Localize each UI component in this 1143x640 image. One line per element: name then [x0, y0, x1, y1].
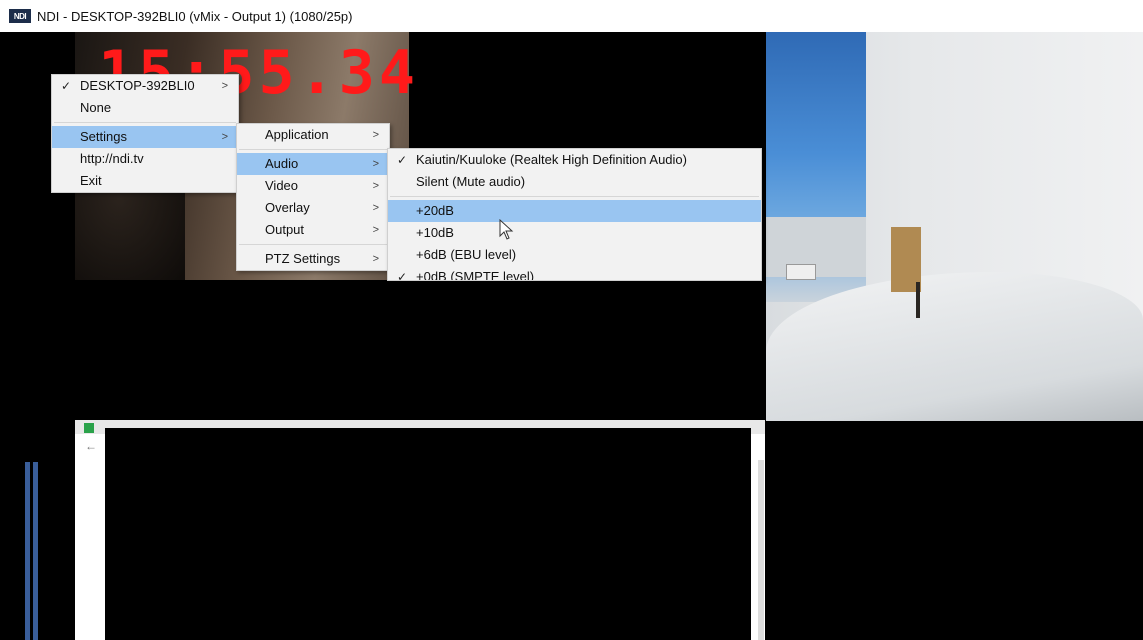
- menu-item-audio[interactable]: Audio >: [237, 153, 389, 175]
- menu-item-label: DESKTOP-392BLI0: [80, 78, 195, 93]
- menu-item-label: Output: [265, 222, 305, 237]
- chevron-right-icon: >: [372, 253, 379, 265]
- menu-item-label: +6dB (EBU level): [416, 247, 517, 262]
- window-title: NDI - DESKTOP-392BLI0 (vMix - Output 1) …: [37, 8, 353, 24]
- chevron-right-icon: >: [372, 180, 379, 192]
- chevron-right-icon: >: [372, 129, 379, 141]
- browser-content: [105, 428, 751, 640]
- menu-item-label: Silent (Mute audio): [416, 174, 526, 189]
- menu-item-settings[interactable]: Settings >: [52, 126, 238, 148]
- context-menu-audio: ✓ Kaiutin/Kuuloke (Realtek High Definiti…: [387, 148, 762, 281]
- menu-item-label: None: [80, 100, 112, 115]
- menu-separator: [239, 244, 387, 245]
- menu-item-video[interactable]: Video >: [237, 175, 389, 197]
- menu-item-overlay[interactable]: Overlay >: [237, 197, 389, 219]
- menu-item-ptz-settings[interactable]: PTZ Settings >: [237, 248, 389, 270]
- chevron-right-icon: >: [372, 202, 379, 214]
- menu-item-gain-10db[interactable]: +10dB: [388, 222, 761, 244]
- menu-item-label: Overlay: [265, 200, 310, 215]
- menu-item-exit[interactable]: Exit: [52, 170, 238, 192]
- menu-item-label: Video: [265, 178, 299, 193]
- title-bar: NDI NDI - DESKTOP-392BLI0 (vMix - Output…: [0, 0, 1143, 32]
- menu-item-label: +20dB: [416, 203, 454, 218]
- menu-item-label: PTZ Settings: [265, 251, 341, 266]
- menu-item-silent[interactable]: Silent (Mute audio): [388, 171, 761, 193]
- menu-item-label: Application: [265, 127, 329, 142]
- menu-item-label: Settings: [80, 129, 127, 144]
- menu-item-application[interactable]: Application >: [237, 124, 389, 146]
- chevron-right-icon: >: [221, 131, 228, 143]
- back-arrow-icon: ←: [85, 439, 97, 453]
- check-icon: ✓: [61, 79, 72, 93]
- menu-item-ndi-link[interactable]: http://ndi.tv: [52, 148, 238, 170]
- audio-level-meter: [25, 462, 41, 640]
- menu-item-label: +0dB (SMPTE level): [416, 269, 535, 281]
- menu-item-label: +10dB: [416, 225, 454, 240]
- chair-leg: [916, 282, 920, 318]
- menu-item-audio-device[interactable]: ✓ Kaiutin/Kuuloke (Realtek High Definiti…: [388, 149, 761, 171]
- menu-item-output[interactable]: Output >: [237, 219, 389, 241]
- menu-separator: [54, 122, 236, 123]
- menu-item-label: Kaiutin/Kuuloke (Realtek High Definition…: [416, 152, 687, 167]
- check-icon: ✓: [397, 153, 408, 167]
- menu-separator: [390, 196, 759, 197]
- chevron-right-icon: >: [372, 158, 379, 170]
- menu-item-label: Audio: [265, 156, 299, 171]
- window-sill: [766, 217, 866, 277]
- mouse-cursor-icon: [499, 219, 514, 240]
- check-icon: ✓: [397, 270, 408, 281]
- video-tile-bottom-left: ←: [75, 420, 765, 640]
- menu-item-source[interactable]: ✓ DESKTOP-392BLI0 >: [52, 75, 238, 97]
- menu-item-gain-0db[interactable]: ✓ +0dB (SMPTE level): [388, 266, 761, 281]
- menu-separator: [239, 149, 387, 150]
- ndi-app-icon[interactable]: NDI: [9, 9, 31, 23]
- menu-item-label: Exit: [80, 173, 102, 188]
- chevron-right-icon: >: [372, 224, 379, 236]
- browser-scrollbar: [758, 460, 764, 640]
- menu-item-label: http://ndi.tv: [80, 151, 144, 166]
- context-menu-main: ✓ DESKTOP-392BLI0 > None Settings > http…: [51, 74, 239, 193]
- context-menu-settings: Application > Audio > Video > Overlay > …: [236, 123, 390, 271]
- video-tile-top-right: [766, 32, 1143, 421]
- menu-item-gain-20db[interactable]: +20dB: [388, 200, 761, 222]
- chevron-right-icon: >: [221, 80, 228, 92]
- wall-socket: [786, 264, 816, 280]
- browser-favicon-icon: [84, 423, 94, 433]
- menu-item-gain-6db[interactable]: +6dB (EBU level): [388, 244, 761, 266]
- menu-item-none[interactable]: None: [52, 97, 238, 119]
